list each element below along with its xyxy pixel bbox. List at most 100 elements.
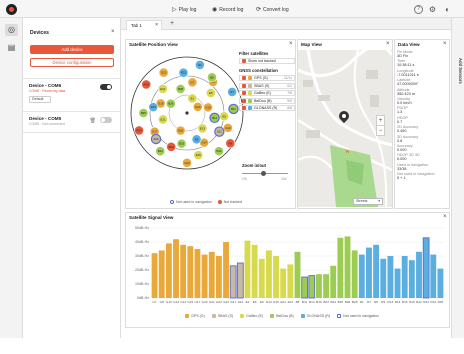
device-profile-select[interactable]: Default xyxy=(29,96,51,103)
play-log-button[interactable]: ▷ Play log xyxy=(172,5,196,14)
account-icon[interactable]: ◐ xyxy=(443,5,452,14)
satellite-marker[interactable]: B23 xyxy=(176,138,187,149)
satellite-marker[interactable]: G7 xyxy=(187,77,198,88)
satellite-marker[interactable]: B16 xyxy=(214,146,224,157)
satellite-marker[interactable]: S21 xyxy=(214,126,225,137)
close-icon[interactable]: × xyxy=(443,214,447,220)
signal-bar[interactable] xyxy=(437,268,444,298)
close-icon[interactable]: × xyxy=(289,41,293,47)
signal-bar[interactable] xyxy=(373,244,380,298)
constellation-filter-row[interactable]: GLONASS (R) 6/8 xyxy=(239,105,295,112)
satellite-marker[interactable]: E13 xyxy=(197,123,208,134)
satellite-marker[interactable]: B14 xyxy=(209,112,220,124)
close-tab-icon[interactable]: × xyxy=(155,21,158,30)
signal-bar[interactable] xyxy=(358,254,365,298)
satellite-marker[interactable]: B25 xyxy=(138,108,149,118)
signal-bar[interactable] xyxy=(416,251,422,298)
signal-bar[interactable] xyxy=(194,249,201,298)
device-card[interactable]: Device - COM5 COM5 · Not connected 🗑 xyxy=(23,111,120,133)
device-toggle[interactable] xyxy=(100,117,112,123)
signal-bar[interactable] xyxy=(301,276,309,299)
add-tab-icon[interactable]: + xyxy=(170,20,174,27)
satellite-marker[interactable]: G13 xyxy=(223,122,233,133)
signal-bar[interactable] xyxy=(180,244,187,298)
satellite-marker[interactable]: R16 xyxy=(141,79,152,90)
signal-bar[interactable] xyxy=(323,274,330,298)
satellite-marker[interactable]: E21 xyxy=(158,114,168,125)
signal-bar[interactable] xyxy=(223,242,229,298)
satellite-marker[interactable]: B26 xyxy=(165,98,176,109)
show-not-tracked-checkbox[interactable]: Show not tracked xyxy=(239,58,295,64)
trash-icon[interactable]: 🗑 xyxy=(90,118,96,124)
satellite-marker[interactable]: B24 xyxy=(155,146,166,157)
signal-bar[interactable] xyxy=(265,250,272,298)
settings-icon[interactable]: ⚙ xyxy=(428,5,437,14)
convert-log-button[interactable]: ⟳ Convert log xyxy=(256,5,289,14)
add-sensors-tab[interactable]: Add Sensors xyxy=(454,58,463,118)
satellite-marker[interactable]: R9 xyxy=(191,134,202,145)
signal-bar[interactable] xyxy=(316,274,322,298)
constellation-filter-row[interactable]: Galileo (E) 7/8 xyxy=(239,90,295,97)
satellite-marker[interactable]: E9 xyxy=(219,111,230,122)
satellite-marker[interactable]: R13 xyxy=(166,141,177,152)
signal-bar[interactable] xyxy=(401,256,408,298)
satellite-marker[interactable]: R1 xyxy=(194,60,205,70)
signal-bar[interactable] xyxy=(187,246,194,298)
constellation-filter-row[interactable]: GPS (G) 11/11 xyxy=(239,75,295,81)
signal-bar[interactable] xyxy=(430,254,437,298)
device-configuration-button[interactable]: Device configuration xyxy=(30,58,114,67)
signal-bar[interactable] xyxy=(215,256,222,298)
map-layer-select[interactable]: Streets ▾ xyxy=(353,198,383,205)
satellite-marker[interactable]: G15 xyxy=(175,125,186,136)
signal-bar[interactable] xyxy=(208,251,215,298)
satellite-marker[interactable]: B8 xyxy=(207,72,217,83)
record-log-button[interactable]: ◉ Record log xyxy=(212,5,243,14)
signal-bar[interactable] xyxy=(380,258,387,298)
satellite-marker[interactable]: E31 xyxy=(157,83,168,94)
device-toggle[interactable] xyxy=(100,84,112,90)
satellite-marker[interactable]: G24 xyxy=(182,157,192,168)
close-icon[interactable]: × xyxy=(111,29,115,35)
signal-bar[interactable] xyxy=(422,237,430,299)
rail-storage-icon[interactable]: ▤ xyxy=(5,42,18,54)
signal-bar[interactable] xyxy=(201,254,208,298)
satellite-marker[interactable]: G21 xyxy=(158,67,169,78)
device-card[interactable]: Device - COM6 COM6 · Receiving data Defa… xyxy=(23,78,120,110)
satellite-marker[interactable]: G23 xyxy=(192,101,203,112)
satellite-marker[interactable]: B11 xyxy=(228,103,239,115)
signal-bar[interactable] xyxy=(387,256,394,298)
close-icon[interactable]: × xyxy=(443,41,447,47)
signal-bar[interactable] xyxy=(366,247,372,298)
satellite-marker[interactable]: G10 xyxy=(203,102,213,113)
signal-bar[interactable] xyxy=(236,262,244,299)
signal-bar[interactable] xyxy=(229,265,237,299)
satellite-marker[interactable]: R14 xyxy=(134,125,144,136)
signal-bar[interactable] xyxy=(165,243,172,298)
signal-bar[interactable] xyxy=(173,239,179,298)
signal-bar[interactable] xyxy=(394,268,401,298)
satellite-marker[interactable]: R8 xyxy=(225,138,236,149)
signal-bar[interactable] xyxy=(337,237,344,298)
signal-bar[interactable] xyxy=(158,250,165,298)
signal-bar[interactable] xyxy=(251,244,258,298)
signal-bar[interactable] xyxy=(151,253,158,298)
close-icon[interactable]: × xyxy=(386,41,390,47)
signal-bar[interactable] xyxy=(308,275,316,299)
satellite-marker[interactable]: E15 xyxy=(193,150,204,160)
signal-bar[interactable] xyxy=(330,265,337,298)
zoom-out-button[interactable]: − xyxy=(377,126,384,136)
zoom-slider-handle[interactable] xyxy=(261,170,266,176)
constellation-filter-row[interactable]: BeiDou (B) 9/9 xyxy=(239,97,295,104)
signal-bar[interactable] xyxy=(344,236,351,298)
add-device-button[interactable]: Add device xyxy=(30,45,114,54)
zoom-in-button[interactable]: + xyxy=(377,116,384,126)
satellite-marker[interactable]: E1 xyxy=(187,93,198,104)
signal-bar[interactable] xyxy=(280,268,287,298)
satellite-marker[interactable]: R7 xyxy=(227,87,238,97)
satellite-marker[interactable]: R22 xyxy=(178,67,189,78)
signal-bar[interactable] xyxy=(287,264,294,298)
signal-bar[interactable] xyxy=(244,240,251,298)
constellation-filter-row[interactable]: SBAS (S) 0/2 xyxy=(239,82,295,89)
satellite-marker[interactable]: E5 xyxy=(205,88,216,98)
signal-bar[interactable] xyxy=(258,258,265,298)
